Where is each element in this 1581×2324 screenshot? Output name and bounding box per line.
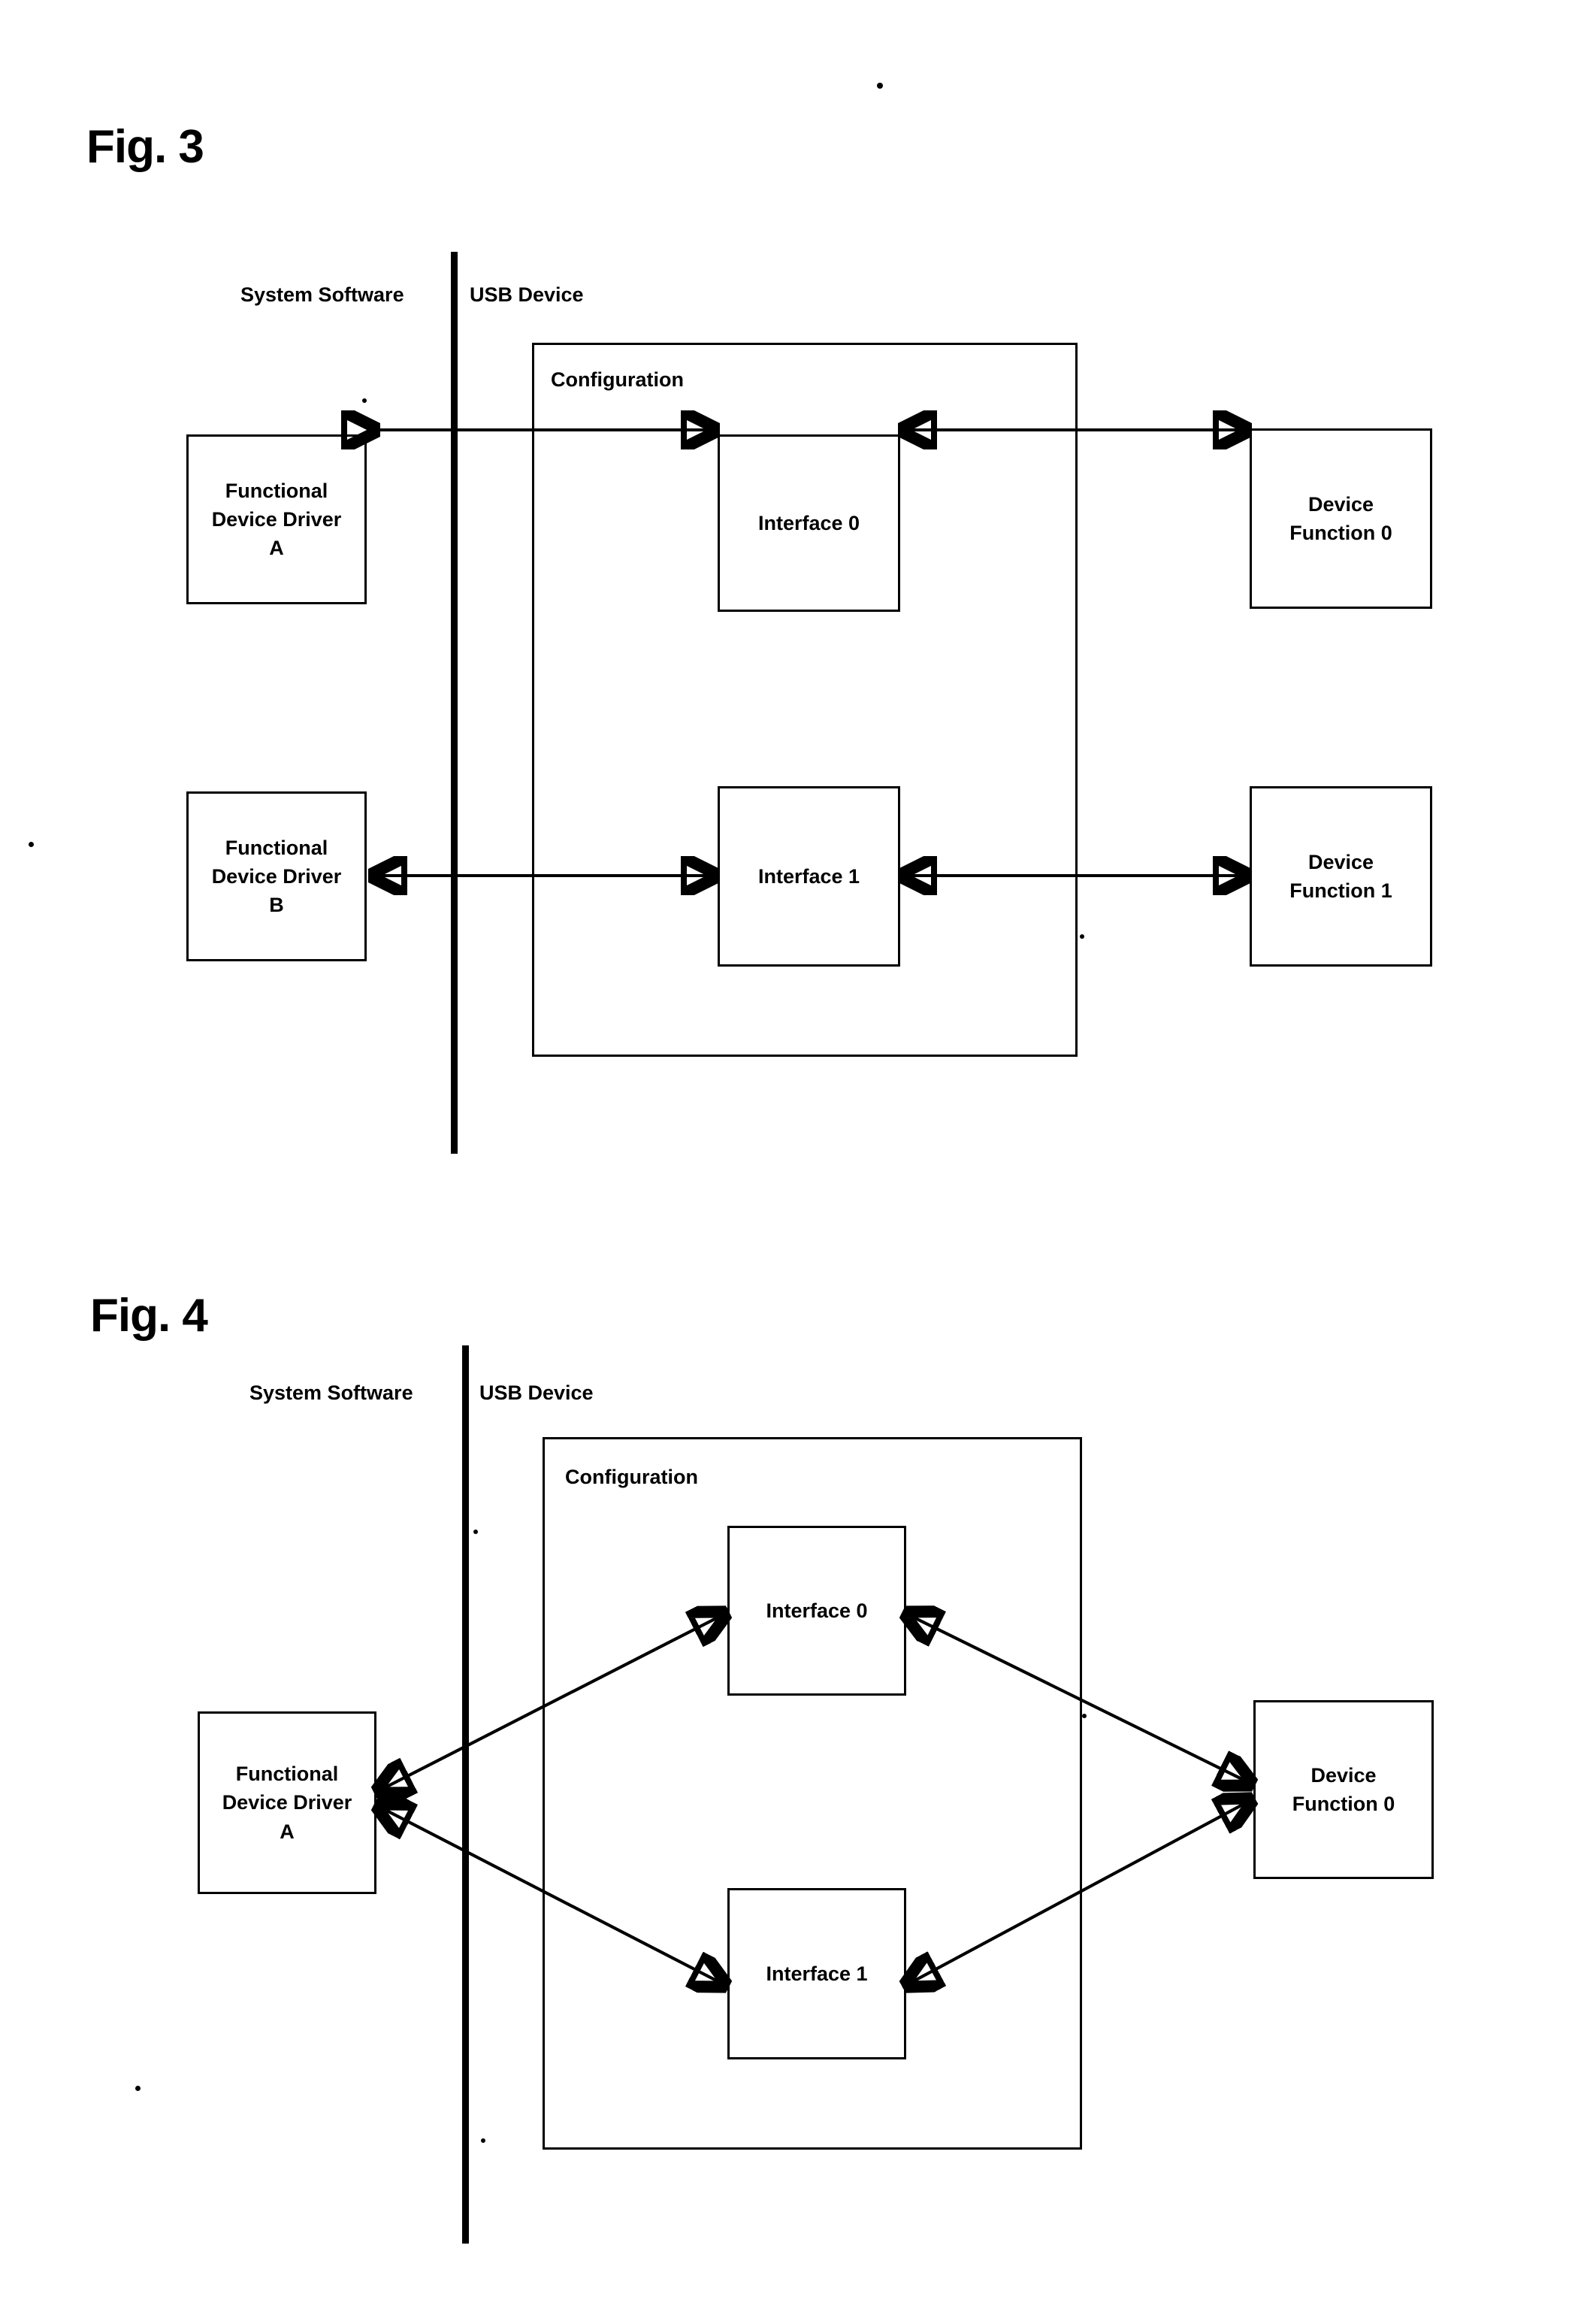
figure-4-title: Fig. 4: [90, 1290, 208, 1342]
fig4-functional-device-driver-a-box: Functional Device Driver A: [198, 1711, 376, 1894]
fig4-system-device-divider: [462, 1345, 469, 2244]
fig3-functional-device-driver-a-box: Functional Device Driver A: [186, 434, 367, 604]
scan-speck: [29, 842, 34, 847]
fig4-device-function-0-label: Device Function 0: [1292, 1763, 1395, 1815]
patent-drawing-sheet: Fig. 3 System Software USB Device Config…: [0, 0, 1581, 2324]
fig4-device-function-0-box: Device Function 0: [1253, 1700, 1434, 1879]
scan-speck: [473, 1530, 478, 1534]
fig3-configuration-label: Configuration: [551, 368, 684, 391]
scan-speck: [362, 398, 367, 403]
scan-speck: [135, 2086, 141, 2091]
fig3-functional-device-driver-b-box: Functional Device Driver B: [186, 791, 367, 961]
fig4-usb-device-label: USB Device: [479, 1381, 594, 1404]
fig3-interface-0-label: Interface 0: [757, 511, 860, 534]
fig3-device-function-0-label: Device Function 0: [1289, 492, 1392, 544]
fig4-interface-0-box: Interface 0: [727, 1526, 906, 1696]
fig4-configuration-label: Configuration: [565, 1466, 698, 1488]
fig3-interface-1-label: Interface 1: [757, 864, 860, 888]
fig3-usb-device-label: USB Device: [470, 283, 584, 306]
scan-speck: [481, 2138, 485, 2143]
scan-speck: [1080, 934, 1084, 939]
figure-3-title: Fig. 3: [86, 121, 204, 173]
fig3-device-function-1-box: Device Function 1: [1250, 786, 1432, 967]
fig3-system-device-divider: [451, 252, 458, 1154]
fig3-interface-0-box: Interface 0: [718, 434, 900, 612]
fig4-interface-1-label: Interface 1: [766, 1962, 868, 1985]
scan-speck: [877, 83, 883, 89]
fig3-device-function-0-box: Device Function 0: [1250, 428, 1432, 609]
fig3-interface-1-box: Interface 1: [718, 786, 900, 967]
fig3-system-software-label: System Software: [240, 283, 404, 306]
scan-speck: [1082, 1714, 1087, 1718]
fig4-interface-1-box: Interface 1: [727, 1888, 906, 2059]
fig3-device-function-1-label: Device Function 1: [1289, 850, 1392, 902]
fig4-functional-device-driver-a-label: Functional Device Driver A: [222, 1763, 352, 1843]
fig3-functional-device-driver-b-label: Functional Device Driver B: [211, 836, 342, 917]
fig4-system-software-label: System Software: [249, 1381, 413, 1404]
fig3-functional-device-driver-a-label: Functional Device Driver A: [211, 479, 342, 560]
fig4-interface-0-label: Interface 0: [766, 1599, 868, 1622]
